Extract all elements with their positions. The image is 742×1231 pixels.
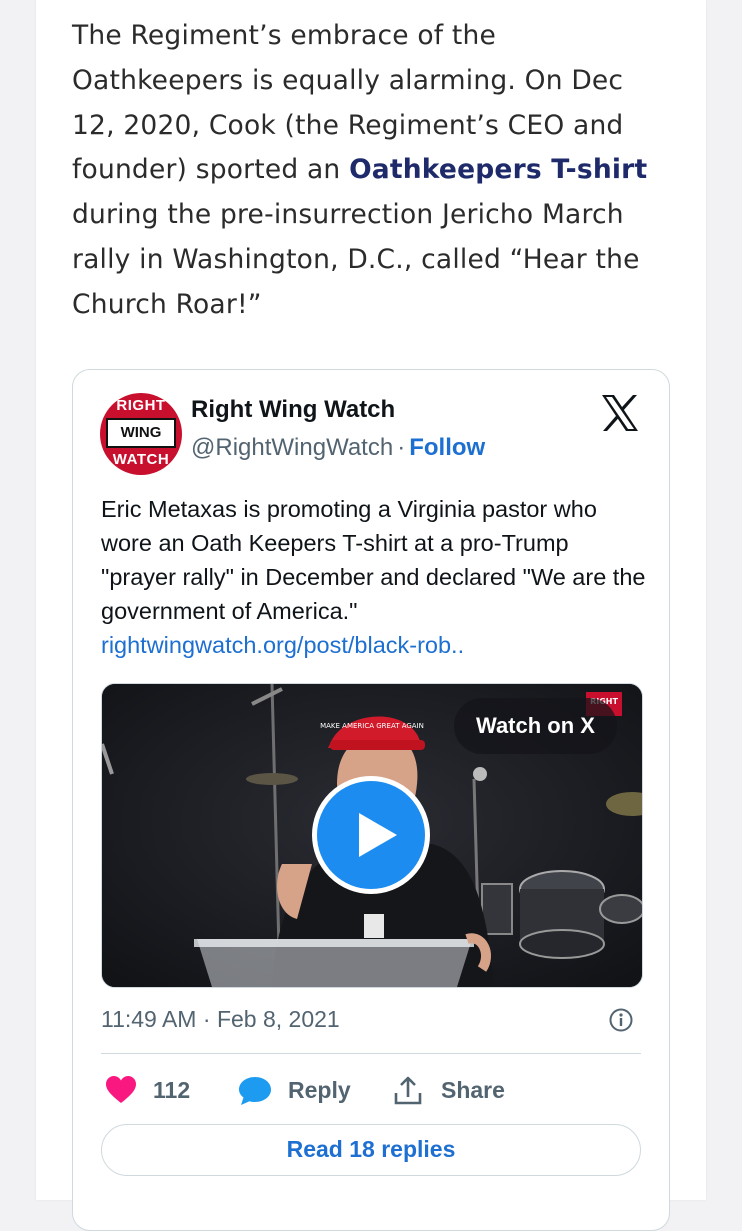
author-handle[interactable]: @RightWingWatch [191, 434, 393, 461]
share-icon [394, 1076, 422, 1105]
video-thumbnail[interactable]: MAKE AMERICA GREAT AGAIN RIGHT Watch on … [101, 683, 643, 988]
x-logo-icon[interactable] [600, 394, 640, 432]
like-count: 112 [153, 1077, 191, 1103]
info-icon[interactable] [608, 1007, 634, 1033]
share-label: Share [441, 1077, 505, 1103]
read-replies-button[interactable]: Read 18 replies [101, 1124, 641, 1176]
divider [101, 1053, 641, 1054]
tweet-timestamp[interactable]: 11:49 AM · Feb 8, 2021 [101, 1006, 340, 1033]
avatar-text-top: RIGHT [116, 397, 166, 414]
hat-text: MAKE AMERICA GREAT AGAIN [320, 722, 424, 730]
tweet-date: Feb 8, 2021 [216, 1006, 340, 1032]
avatar-text-middle: WING [106, 418, 176, 448]
tweet-embed[interactable]: RIGHT WING WATCH Right Wing Watch @Right… [72, 369, 670, 1231]
heart-icon [106, 1076, 136, 1103]
author-handle-row: @RightWingWatch · Follow [191, 434, 485, 462]
oathkeepers-tshirt-link[interactable]: Oathkeepers T-shirt [349, 154, 647, 185]
article-text-after: during the pre-insurrection Jericho Marc… [72, 199, 640, 320]
avatar[interactable]: RIGHT WING WATCH [100, 393, 182, 475]
like-button[interactable]: 112 [101, 1070, 201, 1110]
tweet-time: 11:49 AM [101, 1006, 197, 1032]
follow-button[interactable]: Follow [409, 434, 485, 461]
reply-label: Reply [288, 1077, 351, 1103]
date-separator: · [202, 1006, 211, 1032]
author-name[interactable]: Right Wing Watch [191, 396, 395, 424]
tweet-actions: 112 Reply Share [101, 1070, 641, 1110]
avatar-text-bottom: WATCH [112, 451, 170, 468]
tweet-link[interactable]: rightwingwatch.org/post/black-rob.. [101, 628, 646, 662]
handle-separator: · [397, 434, 406, 461]
tweet-text: Eric Metaxas is promoting a Virginia pas… [101, 496, 646, 624]
article-paragraph: The Regiment’s embrace of the Oathkeeper… [72, 14, 672, 328]
reply-bubble-icon [239, 1077, 271, 1105]
reply-button[interactable]: Reply [233, 1070, 363, 1110]
tweet-text-block: Eric Metaxas is promoting a Virginia pas… [101, 492, 646, 662]
play-button[interactable] [312, 776, 430, 894]
share-button[interactable]: Share [393, 1070, 523, 1110]
watch-on-x-button[interactable]: Watch on X [454, 698, 617, 754]
play-icon [359, 813, 397, 857]
